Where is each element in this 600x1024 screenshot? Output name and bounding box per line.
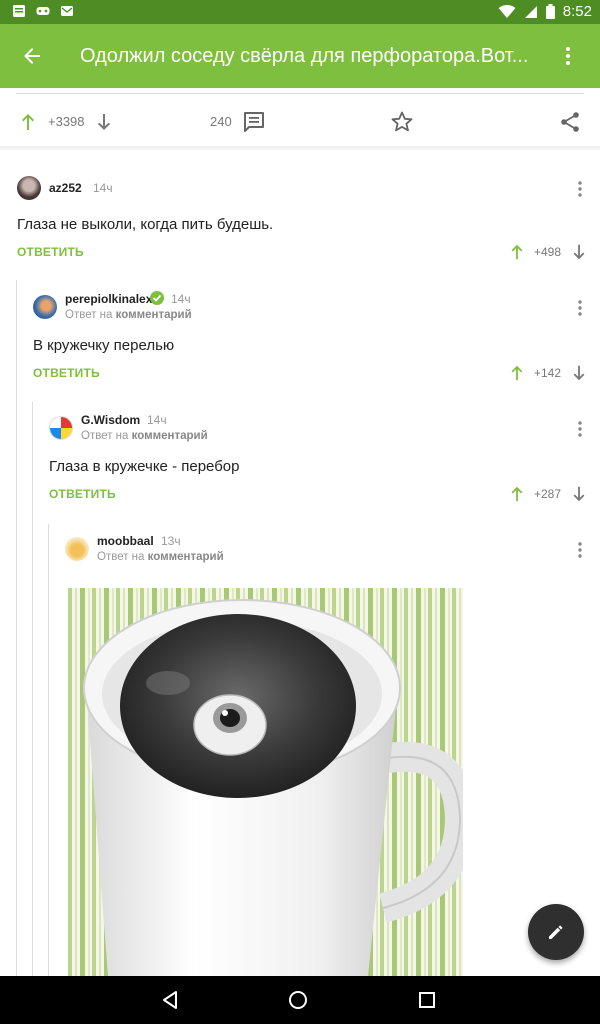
comment-username[interactable]: G.Wisdom [81,413,140,427]
overflow-menu-icon[interactable] [556,44,580,68]
reply-to-link[interactable]: комментарий [148,551,224,563]
comment-score: +142 [534,366,562,380]
share-icon[interactable] [558,110,582,134]
gamepad-notification-icon [36,7,50,15]
verified-check-icon [150,291,164,305]
comment-time: 14ч [171,292,191,306]
comments-count: 240 [210,114,232,129]
downvote-arrow-icon[interactable] [570,485,588,503]
avatar[interactable] [17,176,41,200]
reply-to-link[interactable]: комментарий [132,430,208,442]
reply-button[interactable]: ОТВЕТИТЬ [33,366,100,380]
write-comment-button[interactable] [528,904,584,960]
nav-home-icon[interactable] [288,990,308,1010]
reply-to-label: Ответ на комментарий [97,551,224,563]
comment-text: В кружечку перелью [33,337,175,354]
wifi-icon [498,4,516,18]
comment-score: +287 [534,487,562,501]
comment-time: 14ч [93,181,113,195]
downvote-arrow-icon[interactable] [570,364,588,382]
star-icon[interactable] [390,110,414,134]
avatar[interactable] [33,295,57,319]
upvote-arrow-icon[interactable] [508,243,526,261]
app-bar: Одолжил соседу свёрла для перфоратора.Во… [0,24,600,88]
reply-to-label: Ответ на комментарий [81,430,208,442]
comment-icon[interactable] [242,110,266,134]
status-bar: 8:52 [0,0,600,24]
status-time: 8:52 [562,3,592,20]
post-title: Одолжил соседу свёрла для перфоратора.Во… [80,45,529,67]
comment-text: Глаза не выколи, когда пить будешь. [17,216,274,233]
avatar[interactable] [49,416,73,440]
avatar[interactable] [65,537,89,561]
comment-time: 14ч [147,413,167,427]
thread-line [32,402,33,976]
comment-more-icon[interactable] [570,179,590,199]
reply-to-link[interactable]: комментарий [116,309,192,321]
nav-back-icon[interactable] [160,990,180,1010]
mail-notification-icon [61,6,73,16]
thread-line [16,280,17,976]
news-notification-icon [13,5,25,17]
divider [0,146,600,150]
comment-more-icon[interactable] [570,298,590,318]
comment-score: +498 [534,245,562,259]
reply-button[interactable]: ОТВЕТИТЬ [17,245,84,259]
nav-recents-icon[interactable] [417,990,437,1010]
comment-text: Глаза в кружечке - перебор [49,458,240,475]
downvote-arrow-icon[interactable] [94,112,114,132]
system-nav-bar [0,976,600,1024]
upvote-arrow-icon[interactable] [18,112,38,132]
comment-time: 13ч [161,534,181,548]
back-arrow-icon[interactable] [20,44,44,68]
comment-image[interactable] [68,588,463,976]
reply-button[interactable]: ОТВЕТИТЬ [49,487,116,501]
battery-icon [545,4,555,19]
upvote-arrow-icon[interactable] [508,364,526,382]
divider [16,93,584,94]
signal-icon [524,5,537,18]
comment-username[interactable]: az252 [49,181,82,195]
upvote-arrow-icon[interactable] [508,485,526,503]
post-score: +3398 [48,114,85,129]
reply-to-label: Ответ на комментарий [65,309,192,321]
post-action-bar: +3398 240 [0,88,600,150]
downvote-arrow-icon[interactable] [570,243,588,261]
pencil-icon [549,925,563,939]
comment-more-icon[interactable] [570,540,590,560]
thread-line [48,524,49,976]
comment-username[interactable]: perepiolkinalex [65,292,152,306]
comment-more-icon[interactable] [570,419,590,439]
comment-username[interactable]: moobbaal [97,534,154,548]
